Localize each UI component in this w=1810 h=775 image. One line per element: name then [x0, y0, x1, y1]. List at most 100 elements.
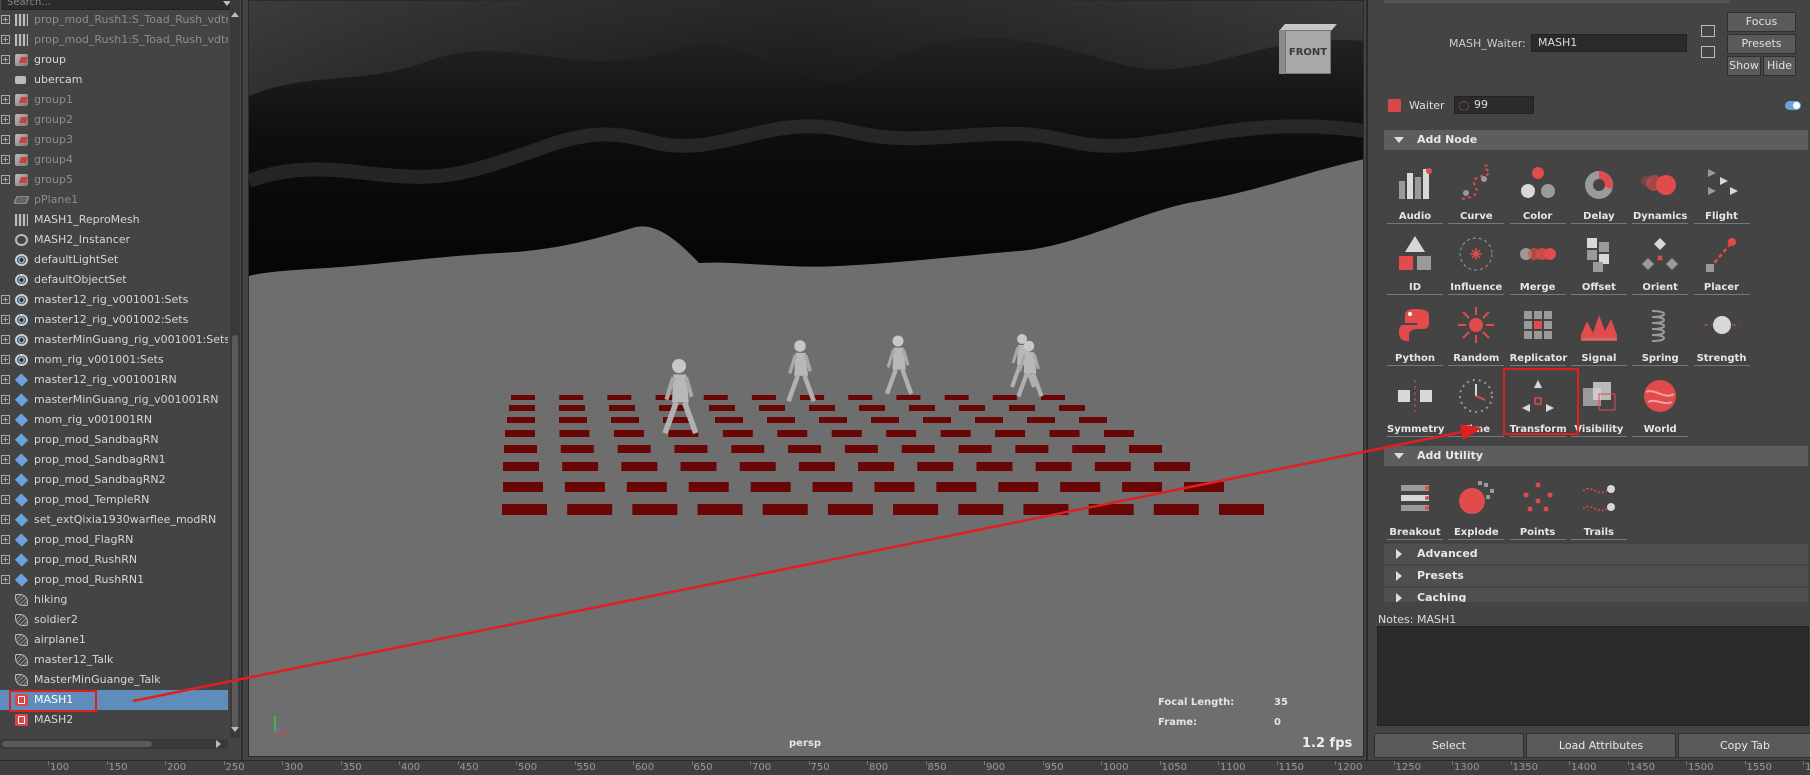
- waiter-toggle[interactable]: [1785, 101, 1801, 110]
- expand-icon[interactable]: +: [1, 435, 10, 444]
- expand-icon[interactable]: +: [1, 355, 10, 364]
- show-button[interactable]: Show: [1727, 56, 1761, 76]
- presets-header[interactable]: Presets: [1384, 566, 1808, 586]
- focus-button[interactable]: Focus: [1727, 12, 1796, 32]
- outliner-item[interactable]: + prop_mod_SandbagRN2: [0, 470, 228, 490]
- expand-icon[interactable]: +: [1, 115, 10, 124]
- expand-icon[interactable]: +: [1, 535, 10, 544]
- outliner-item[interactable]: + prop_mod_SandbagRN1: [0, 450, 228, 470]
- outliner-item[interactable]: + prop_mod_RushRN1: [0, 570, 228, 590]
- symmetry-node-button[interactable]: Symmetry: [1387, 373, 1445, 439]
- outliner-item[interactable]: MASH2_Instancer: [0, 230, 228, 250]
- output-connection-icon[interactable]: [1701, 46, 1715, 58]
- mash-waiter-field[interactable]: MASH1: [1531, 34, 1687, 52]
- expand-icon[interactable]: +: [1, 135, 10, 144]
- copy-tab-button[interactable]: Copy Tab: [1678, 733, 1810, 758]
- outliner-item[interactable]: + prop_mod_RushRN: [0, 550, 228, 570]
- expand-icon[interactable]: +: [1, 335, 10, 344]
- outliner-search-input[interactable]: Search...: [2, 0, 236, 10]
- expand-icon[interactable]: +: [1, 395, 10, 404]
- merge-node-button[interactable]: Merge: [1509, 231, 1566, 297]
- outliner-item[interactable]: airplane1: [0, 630, 228, 650]
- time-slider[interactable]: 100 150 200 250 300 350 400 450 500 550 600 650 700 7…: [0, 760, 1810, 775]
- expand-icon[interactable]: +: [1, 155, 10, 164]
- viewcube-front[interactable]: FRONT: [1285, 30, 1331, 74]
- advanced-header[interactable]: Advanced: [1384, 544, 1808, 564]
- outliner-item[interactable]: master12_Talk: [0, 650, 228, 670]
- dynamics-node-button[interactable]: Dynamics: [1632, 160, 1689, 226]
- waiter-point-count-field[interactable]: 99: [1454, 96, 1534, 114]
- scroll-thumb[interactable]: [232, 335, 238, 730]
- placer-node-button[interactable]: Placer: [1693, 231, 1750, 297]
- expand-icon[interactable]: +: [1, 55, 10, 64]
- outliner-horizontal-scrollbar[interactable]: [0, 739, 228, 749]
- viewcube[interactable]: FRONT: [1279, 24, 1337, 76]
- delay-node-button[interactable]: Delay: [1570, 160, 1627, 226]
- scroll-right-icon[interactable]: [216, 740, 221, 748]
- expand-icon[interactable]: +: [1, 95, 10, 104]
- expand-icon[interactable]: +: [1, 295, 10, 304]
- outliner-item[interactable]: + group4: [0, 150, 228, 170]
- id-node-button[interactable]: ID: [1387, 231, 1443, 297]
- notes-textarea[interactable]: [1377, 626, 1809, 726]
- outliner-item[interactable]: MASH1_ReproMesh: [0, 210, 228, 230]
- hide-button[interactable]: Hide: [1763, 56, 1796, 76]
- spring-node-button[interactable]: Spring: [1632, 302, 1689, 368]
- outliner-item[interactable]: + group2: [0, 110, 228, 130]
- outliner-item[interactable]: + prop_mod_TempleRN: [0, 490, 228, 510]
- outliner-vertical-scrollbar[interactable]: [230, 0, 240, 738]
- outliner-item[interactable]: + master12_rig_v001001RN: [0, 370, 228, 390]
- outliner-item[interactable]: + group: [0, 50, 228, 70]
- expand-icon[interactable]: +: [1, 175, 10, 184]
- audio-node-button[interactable]: Audio: [1387, 160, 1443, 226]
- outliner-item[interactable]: MASH2: [0, 710, 228, 730]
- outliner-item[interactable]: + group1: [0, 90, 228, 110]
- orient-node-button[interactable]: Orient: [1632, 231, 1689, 297]
- outliner-item[interactable]: MasterMinGuange_Talk: [0, 670, 228, 690]
- outliner-item[interactable]: + set_extQixia1930warflee_modRN: [0, 510, 228, 530]
- expand-icon[interactable]: +: [1, 415, 10, 424]
- outliner-item[interactable]: soldier2: [0, 610, 228, 630]
- offset-node-button[interactable]: Offset: [1570, 231, 1627, 297]
- expand-icon[interactable]: +: [1, 375, 10, 384]
- outliner-item[interactable]: defaultLightSet: [0, 250, 228, 270]
- outliner-item[interactable]: defaultObjectSet: [0, 270, 228, 290]
- outliner-item[interactable]: + prop_mod_Rush1:S_Toad_Rush_vdtmd: [0, 30, 228, 50]
- points-node-button[interactable]: Points: [1509, 476, 1566, 542]
- visibility-node-button[interactable]: Visibility: [1570, 373, 1627, 439]
- expand-icon[interactable]: +: [1, 475, 10, 484]
- outliner-item[interactable]: + prop_mod_SandbagRN: [0, 430, 228, 450]
- 3d-viewport[interactable]: FRONT Focal Length: 35 Frame: 0 persp 1.…: [248, 0, 1364, 757]
- trails-node-button[interactable]: Trails: [1570, 476, 1627, 542]
- input-connection-icon[interactable]: [1701, 25, 1715, 37]
- expand-icon[interactable]: +: [1, 315, 10, 324]
- breakout-node-button[interactable]: Breakout: [1387, 476, 1443, 542]
- presets-button[interactable]: Presets: [1727, 34, 1796, 54]
- outliner-item[interactable]: + mom_rig_v001001RN: [0, 410, 228, 430]
- outliner-item[interactable]: + group3: [0, 130, 228, 150]
- add-utility-header[interactable]: Add Utility: [1384, 446, 1808, 466]
- scroll-up-icon[interactable]: [231, 12, 239, 17]
- outliner-item[interactable]: + masterMinGuang_rig_v001001:Sets: [0, 330, 228, 350]
- outliner-item[interactable]: pPlane1: [0, 190, 228, 210]
- time-node-button[interactable]: Time: [1448, 373, 1505, 439]
- expand-icon[interactable]: +: [1, 515, 10, 524]
- random-node-button[interactable]: Random: [1448, 302, 1505, 368]
- outliner-item[interactable]: + prop_mod_Rush1:S_Toad_Rush_vdtmd: [0, 10, 228, 30]
- strength-node-button[interactable]: Strength: [1693, 302, 1750, 368]
- expand-icon[interactable]: +: [1, 495, 10, 504]
- outliner-item[interactable]: + master12_rig_v001002:Sets: [0, 310, 228, 330]
- influence-node-button[interactable]: Influence: [1448, 231, 1505, 297]
- expand-icon[interactable]: +: [1, 575, 10, 584]
- outliner-item[interactable]: ubercam: [0, 70, 228, 90]
- replicator-node-button[interactable]: Replicator: [1509, 302, 1567, 368]
- load-attributes-button[interactable]: Load Attributes: [1526, 733, 1676, 758]
- world-node-button[interactable]: World: [1632, 373, 1689, 439]
- add-node-header[interactable]: Add Node: [1384, 130, 1808, 150]
- expand-icon[interactable]: +: [1, 455, 10, 464]
- flight-node-button[interactable]: Flight: [1693, 160, 1750, 226]
- color-node-button[interactable]: Color: [1509, 160, 1566, 226]
- outliner-item[interactable]: + prop_mod_FlagRN: [0, 530, 228, 550]
- explode-node-button[interactable]: Explode: [1448, 476, 1505, 542]
- outliner-item[interactable]: + group5: [0, 170, 228, 190]
